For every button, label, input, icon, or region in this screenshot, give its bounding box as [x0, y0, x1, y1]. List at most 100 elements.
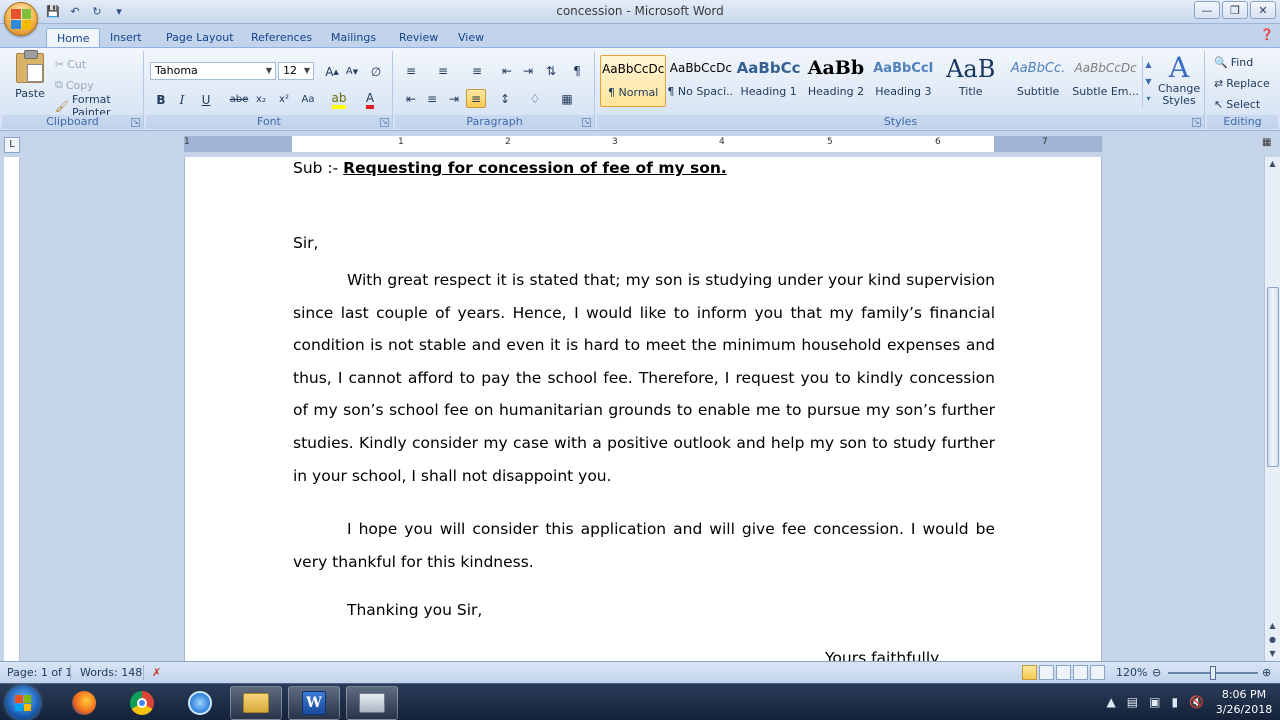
- web-layout-icon[interactable]: [1056, 665, 1071, 680]
- tab-page-layout[interactable]: Page Layout: [156, 28, 244, 48]
- font-color-icon[interactable]: A: [360, 90, 380, 109]
- outline-icon[interactable]: [1073, 665, 1088, 680]
- justify-icon[interactable]: ≡: [466, 89, 486, 108]
- font-size-combo[interactable]: 12 ▼: [278, 62, 314, 80]
- document-page[interactable]: Sub :- Requesting for concession of fee …: [184, 157, 1102, 661]
- copy-button[interactable]: ⧉ Copy: [52, 76, 97, 94]
- scroll-thumb[interactable]: [1267, 287, 1279, 467]
- word-count[interactable]: Words: 148: [80, 666, 142, 679]
- office-logo-icon: [11, 9, 31, 29]
- body-paragraph-2: I hope you will consider this applicatio…: [293, 520, 995, 571]
- network-icon[interactable]: ▣: [1149, 695, 1160, 709]
- underline-button[interactable]: U: [196, 90, 216, 109]
- find-button[interactable]: 🔍 Find: [1211, 53, 1256, 71]
- style-subtle-emphasis[interactable]: AaBbCcDc Subtle Em...: [1072, 55, 1139, 107]
- shading-icon[interactable]: ♢: [525, 89, 545, 108]
- clear-formatting-icon[interactable]: ∅: [366, 62, 386, 81]
- font-name-combo[interactable]: Tahoma ▼: [150, 62, 276, 80]
- minimize-button[interactable]: —: [1194, 1, 1220, 19]
- clipboard-dialog-launcher[interactable]: ↘: [131, 118, 140, 127]
- change-case-button[interactable]: Aa: [298, 90, 318, 109]
- line-spacing-icon[interactable]: ↕: [495, 89, 515, 108]
- view-ruler-icon[interactable]: ▦: [1262, 137, 1276, 151]
- paste-button[interactable]: Paste: [10, 50, 50, 113]
- full-screen-reading-icon[interactable]: [1039, 665, 1054, 680]
- zoom-level[interactable]: 120%: [1116, 666, 1147, 679]
- office-button[interactable]: [4, 2, 38, 36]
- vertical-scrollbar[interactable]: ▲ ▲ ● ▼: [1264, 157, 1280, 661]
- bold-button[interactable]: B: [151, 90, 171, 109]
- style-no-spacing[interactable]: AaBbCcDc ¶ No Spaci...: [667, 55, 734, 107]
- decrease-indent-icon[interactable]: ⇤: [497, 61, 517, 80]
- next-page-icon[interactable]: ▼: [1265, 647, 1280, 661]
- file-explorer-icon[interactable]: [230, 686, 282, 720]
- style-normal[interactable]: AaBbCcDc ¶ Normal: [600, 55, 667, 107]
- proofing-icon[interactable]: ✗: [152, 666, 161, 679]
- borders-icon[interactable]: ▦: [557, 89, 577, 108]
- sort-icon[interactable]: ⇅: [541, 61, 561, 80]
- styles-dialog-launcher[interactable]: ↘: [1192, 118, 1201, 127]
- chrome-icon[interactable]: [116, 686, 168, 720]
- page-count[interactable]: Page: 1 of 1: [7, 666, 72, 679]
- replace-button[interactable]: ⇄ Replace: [1211, 74, 1273, 92]
- align-right-icon[interactable]: ⇥: [444, 89, 464, 108]
- clock[interactable]: 8:06 PM 3/26/2018: [1214, 687, 1274, 717]
- style-subtitle[interactable]: AaBbCc. Subtitle: [1005, 55, 1071, 107]
- format-painter-button[interactable]: 🖌 Format Painter: [52, 93, 143, 119]
- strikethrough-button[interactable]: abe: [229, 90, 249, 109]
- superscript-button[interactable]: x²: [274, 90, 294, 109]
- close-button[interactable]: ✕: [1250, 1, 1276, 19]
- tab-selector[interactable]: L: [4, 137, 20, 153]
- volume-icon[interactable]: 🔇: [1189, 695, 1204, 709]
- select-button[interactable]: ↖ Select: [1211, 95, 1263, 113]
- italic-button[interactable]: I: [172, 90, 192, 109]
- signal-icon[interactable]: ▤: [1127, 695, 1138, 709]
- maximize-button[interactable]: ❐: [1222, 1, 1248, 19]
- chrome-icon[interactable]: [174, 686, 226, 720]
- tab-review[interactable]: Review: [389, 28, 448, 48]
- style-title[interactable]: AaB Title: [938, 55, 1004, 107]
- cut-button[interactable]: ✂ Cut: [52, 55, 89, 73]
- highlight-color-icon[interactable]: ab: [329, 90, 349, 109]
- show-formatting-marks-icon[interactable]: ¶: [567, 61, 587, 80]
- firefox-icon[interactable]: [58, 686, 110, 720]
- tab-insert[interactable]: Insert: [100, 28, 152, 48]
- subscript-button[interactable]: x₂: [251, 90, 271, 109]
- multilevel-list-icon[interactable]: ≡: [467, 61, 487, 80]
- zoom-in-icon[interactable]: ⊕: [1262, 666, 1271, 679]
- style-heading-3[interactable]: AaBbCcI Heading 3: [870, 55, 936, 107]
- start-button[interactable]: [6, 686, 40, 720]
- align-left-icon[interactable]: ⇤: [401, 89, 421, 108]
- align-center-icon[interactable]: ≡: [422, 89, 442, 108]
- subject-line: Sub :- Requesting for concession of fee …: [293, 159, 727, 177]
- help-icon[interactable]: ❓: [1260, 28, 1274, 41]
- horizontal-ruler[interactable]: 1 1 2 3 4 5 6 7: [184, 136, 1102, 152]
- increase-indent-icon[interactable]: ⇥: [518, 61, 538, 80]
- app-window-icon[interactable]: [346, 686, 398, 720]
- zoom-out-icon[interactable]: ⊖: [1152, 666, 1161, 679]
- font-dialog-launcher[interactable]: ↘: [380, 118, 389, 127]
- tab-view[interactable]: View: [448, 28, 494, 48]
- tab-mailings[interactable]: Mailings: [321, 28, 386, 48]
- select-browse-object-icon[interactable]: ●: [1265, 633, 1280, 647]
- numbering-icon[interactable]: ≡: [433, 61, 453, 80]
- styles-gallery-scroll[interactable]: ▲ ▼ ▾: [1142, 56, 1154, 108]
- tab-home[interactable]: Home: [46, 28, 101, 48]
- show-hidden-icons-icon[interactable]: ▲: [1107, 695, 1116, 709]
- previous-page-icon[interactable]: ▲: [1265, 619, 1280, 633]
- print-layout-icon[interactable]: [1022, 665, 1037, 680]
- battery-icon[interactable]: ▮: [1171, 695, 1178, 709]
- shrink-font-button[interactable]: A ▼: [342, 62, 362, 81]
- tab-references[interactable]: References: [241, 28, 322, 48]
- paragraph-dialog-launcher[interactable]: ↘: [582, 118, 591, 127]
- word-icon[interactable]: W: [288, 686, 340, 720]
- style-heading-2[interactable]: AaBb Heading 2: [803, 55, 869, 107]
- change-styles-button[interactable]: A Change Styles: [1158, 53, 1200, 113]
- grow-font-button[interactable]: A ▲: [322, 62, 342, 81]
- title-bar: 💾 ↶ ↻ ▾ concession - Microsoft Word — ❐ …: [0, 0, 1280, 36]
- scroll-up-icon[interactable]: ▲: [1265, 157, 1280, 171]
- style-heading-1[interactable]: AaBbCc Heading 1: [735, 55, 801, 107]
- bullets-icon[interactable]: ≡: [401, 61, 421, 80]
- draft-icon[interactable]: [1090, 665, 1105, 680]
- zoom-slider[interactable]: [1168, 666, 1258, 680]
